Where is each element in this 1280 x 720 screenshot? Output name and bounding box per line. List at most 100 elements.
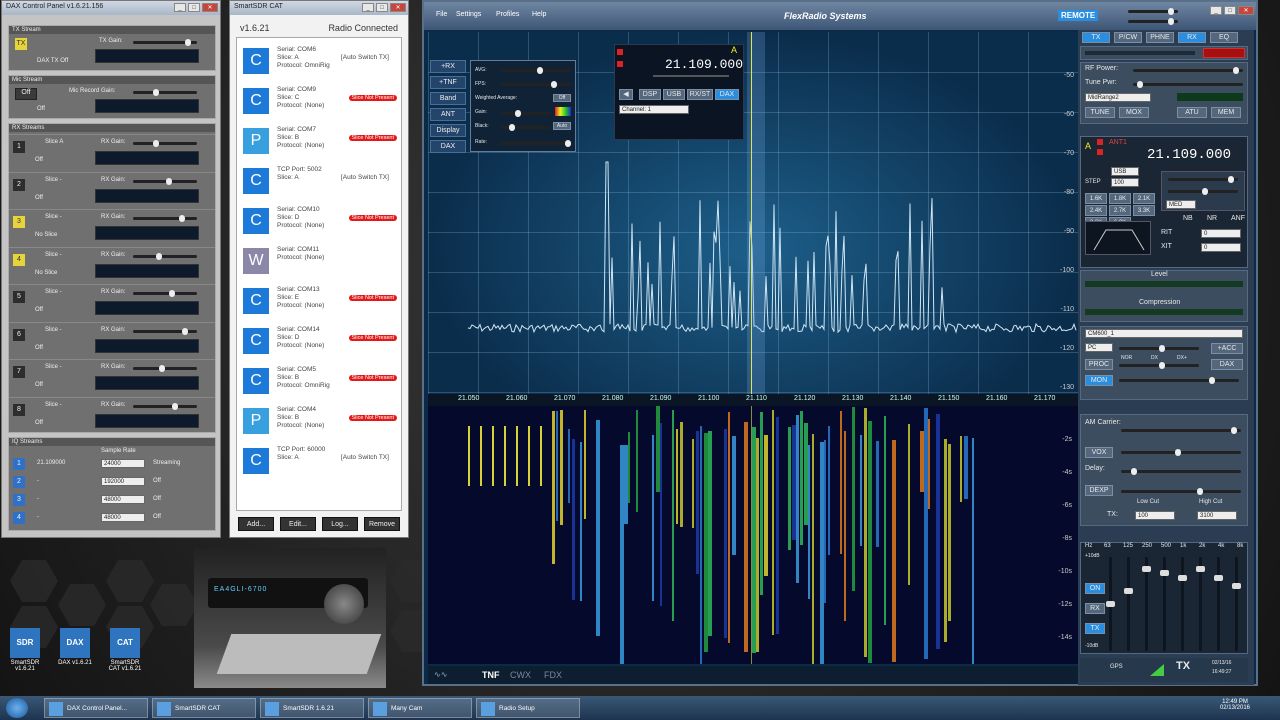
minimize-button[interactable]: _ (174, 3, 186, 12)
close-button[interactable]: ✕ (1238, 6, 1254, 15)
vox-level-slider[interactable] (1121, 449, 1241, 456)
rx-stream-toggle[interactable]: 5 (13, 291, 25, 303)
taskbar-item[interactable]: SmartSDR 1.6.21 (260, 698, 364, 718)
mode-select[interactable]: USB (1111, 167, 1139, 176)
cat-port-item[interactable]: C Serial: COM10 Slice: D Protocol: (None) Sl… (243, 206, 397, 242)
eq-band-slider[interactable] (1160, 557, 1169, 651)
dexp-slider[interactable] (1121, 488, 1241, 495)
iq-sample-rate-select[interactable]: 192000 (101, 477, 145, 486)
filter-width-button[interactable]: 2.1K (1133, 193, 1155, 204)
cat-port-item[interactable]: P Serial: COM7 Slice: B Protocol: (None) Sli… (243, 126, 397, 162)
rx-gain-slider[interactable] (133, 140, 197, 147)
waterfall[interactable]: -2s -4s -6s -8s -10s -12s -14s (428, 406, 1078, 664)
start-button[interactable] (6, 698, 28, 718)
desktop-icon-smartsdr[interactable]: SDR SmartSDR v1.6.21 (8, 628, 42, 672)
menu-help[interactable]: Help (532, 11, 546, 18)
filter-width-button[interactable]: 3.3K (1133, 205, 1155, 216)
cat-port-item[interactable]: W Serial: COM11 Protocol: (None) (243, 246, 393, 282)
iq-stream-toggle[interactable]: 1 (13, 458, 25, 470)
eq-band-slider[interactable] (1142, 557, 1151, 651)
cat-port-item[interactable]: P Serial: COM4 Slice: B Protocol: (None) Sli… (243, 406, 397, 442)
fdx-button[interactable]: FDX (544, 670, 562, 680)
proc-button[interactable]: PROC (1085, 359, 1113, 370)
mem-button[interactable]: MEM (1211, 107, 1241, 118)
fps-slider[interactable] (501, 81, 571, 88)
panadapter-band-button[interactable]: Band (430, 92, 466, 105)
low-cut-input[interactable]: 100 (1135, 511, 1175, 520)
speaker-icon[interactable]: ◀ (619, 89, 633, 100)
rx-stream-toggle[interactable]: 7 (13, 366, 25, 378)
black-level-slider[interactable] (501, 124, 551, 131)
filter-width-button[interactable]: 1.8K (1109, 193, 1131, 204)
cat-port-item[interactable]: C TCP Port: 5002 Slice: A [Auto Switch TX] (243, 166, 393, 202)
mic-input-select[interactable]: PC (1085, 343, 1113, 352)
menu-file[interactable]: File (436, 11, 447, 18)
panadapter-add-tnf-button[interactable]: +TNF (430, 76, 466, 89)
taskbar-item[interactable]: DAX Control Panel... (44, 698, 148, 718)
iq-sample-rate-select[interactable]: 48000 (101, 513, 145, 522)
tune-power-slider[interactable] (1133, 81, 1243, 88)
log-button[interactable]: Log... (322, 517, 358, 531)
slice-dax-tab[interactable]: DAX (715, 89, 739, 100)
panadapter-ant-button[interactable]: ANT (430, 108, 466, 121)
iq-stream-toggle[interactable]: 4 (13, 512, 25, 524)
minimize-button[interactable]: _ (1210, 6, 1222, 15)
rx-gain-slider[interactable] (133, 215, 197, 222)
panadapter-display-button[interactable]: Display (430, 124, 466, 137)
rx-gain-slider[interactable] (133, 177, 197, 185)
rx-stream-toggle[interactable]: 1 (13, 141, 25, 153)
nr-button[interactable]: NR (1207, 215, 1217, 222)
headphone-volume-slider[interactable] (1128, 18, 1178, 25)
frequency-scale[interactable]: 21.050 21.060 21.070 21.080 21.090 21.100 21.1… (428, 394, 1078, 406)
slice-mode-tab[interactable]: USB (663, 89, 685, 100)
rit-button[interactable]: RIT (1161, 229, 1172, 236)
iq-sample-rate-select[interactable]: 24000 (101, 459, 145, 468)
maximize-button[interactable]: □ (188, 3, 200, 12)
monitor-slider[interactable] (1119, 377, 1239, 384)
edit-button[interactable]: Edit... (280, 517, 316, 531)
add-button[interactable]: Add... (238, 517, 274, 531)
xit-value[interactable]: 0 (1201, 243, 1241, 252)
tx-dax-button[interactable]: DAX (1211, 359, 1243, 370)
tab-rx[interactable]: RX (1178, 32, 1206, 43)
eq-band-slider[interactable] (1124, 557, 1133, 651)
high-cut-input[interactable]: 3100 (1197, 511, 1237, 520)
filter-width-button[interactable]: 2.7K (1109, 205, 1131, 216)
tab-eq[interactable]: EQ (1210, 32, 1238, 43)
menu-settings[interactable]: Settings (456, 11, 481, 18)
taskbar-item[interactable]: SmartSDR CAT (152, 698, 256, 718)
am-carrier-slider[interactable] (1121, 427, 1241, 434)
iq-stream-toggle[interactable]: 3 (13, 494, 25, 506)
master-volume-slider[interactable] (1128, 8, 1178, 15)
iq-stream-toggle[interactable]: 2 (13, 476, 25, 488)
cat-port-item[interactable]: C Serial: COM13 Slice: E Protocol: (None) Sl… (243, 286, 397, 322)
maximize-button[interactable]: □ (376, 3, 388, 12)
eq-rx-button[interactable]: RX (1085, 603, 1105, 614)
tune-button[interactable]: TUNE (1085, 107, 1115, 118)
rate-slider[interactable] (501, 140, 571, 147)
rx-gain-slider[interactable] (133, 252, 197, 260)
tx-profile-select[interactable]: MidRange2 (1085, 93, 1151, 102)
monitor-button[interactable]: MON (1085, 375, 1113, 386)
mic-off-button[interactable]: Off (15, 88, 37, 100)
display-gain-slider[interactable] (501, 110, 551, 117)
menu-profiles[interactable]: Profiles (496, 11, 519, 18)
filter-width-button[interactable]: 1.6K (1085, 193, 1107, 204)
cwx-button[interactable]: CWX (510, 670, 531, 680)
filter-width-button[interactable]: 2.4K (1085, 205, 1107, 216)
iq-sample-rate-select[interactable]: 48000 (101, 495, 145, 504)
eq-band-slider[interactable] (1214, 557, 1223, 651)
rx-stream-toggle[interactable]: 3 (13, 216, 25, 228)
eq-on-button[interactable]: ON (1085, 583, 1105, 594)
eq-tx-button[interactable]: TX (1085, 623, 1105, 634)
system-clock[interactable]: 12:49 PM 02/13/2016 (1220, 699, 1250, 711)
xit-button[interactable]: XIT (1161, 243, 1172, 250)
delay-slider[interactable] (1121, 468, 1241, 475)
rx-gain-slider[interactable] (133, 402, 197, 410)
black-auto-button[interactable]: Auto (553, 122, 571, 130)
nb-button[interactable]: NB (1183, 215, 1193, 222)
desktop-icon-cat[interactable]: CAT SmartSDR CAT v1.6.21 (108, 628, 142, 672)
rx-stream-toggle[interactable]: 2 (13, 178, 25, 191)
rx-gain-slider[interactable] (133, 327, 197, 335)
mic-profile-select[interactable]: CM600_1 (1085, 329, 1243, 338)
